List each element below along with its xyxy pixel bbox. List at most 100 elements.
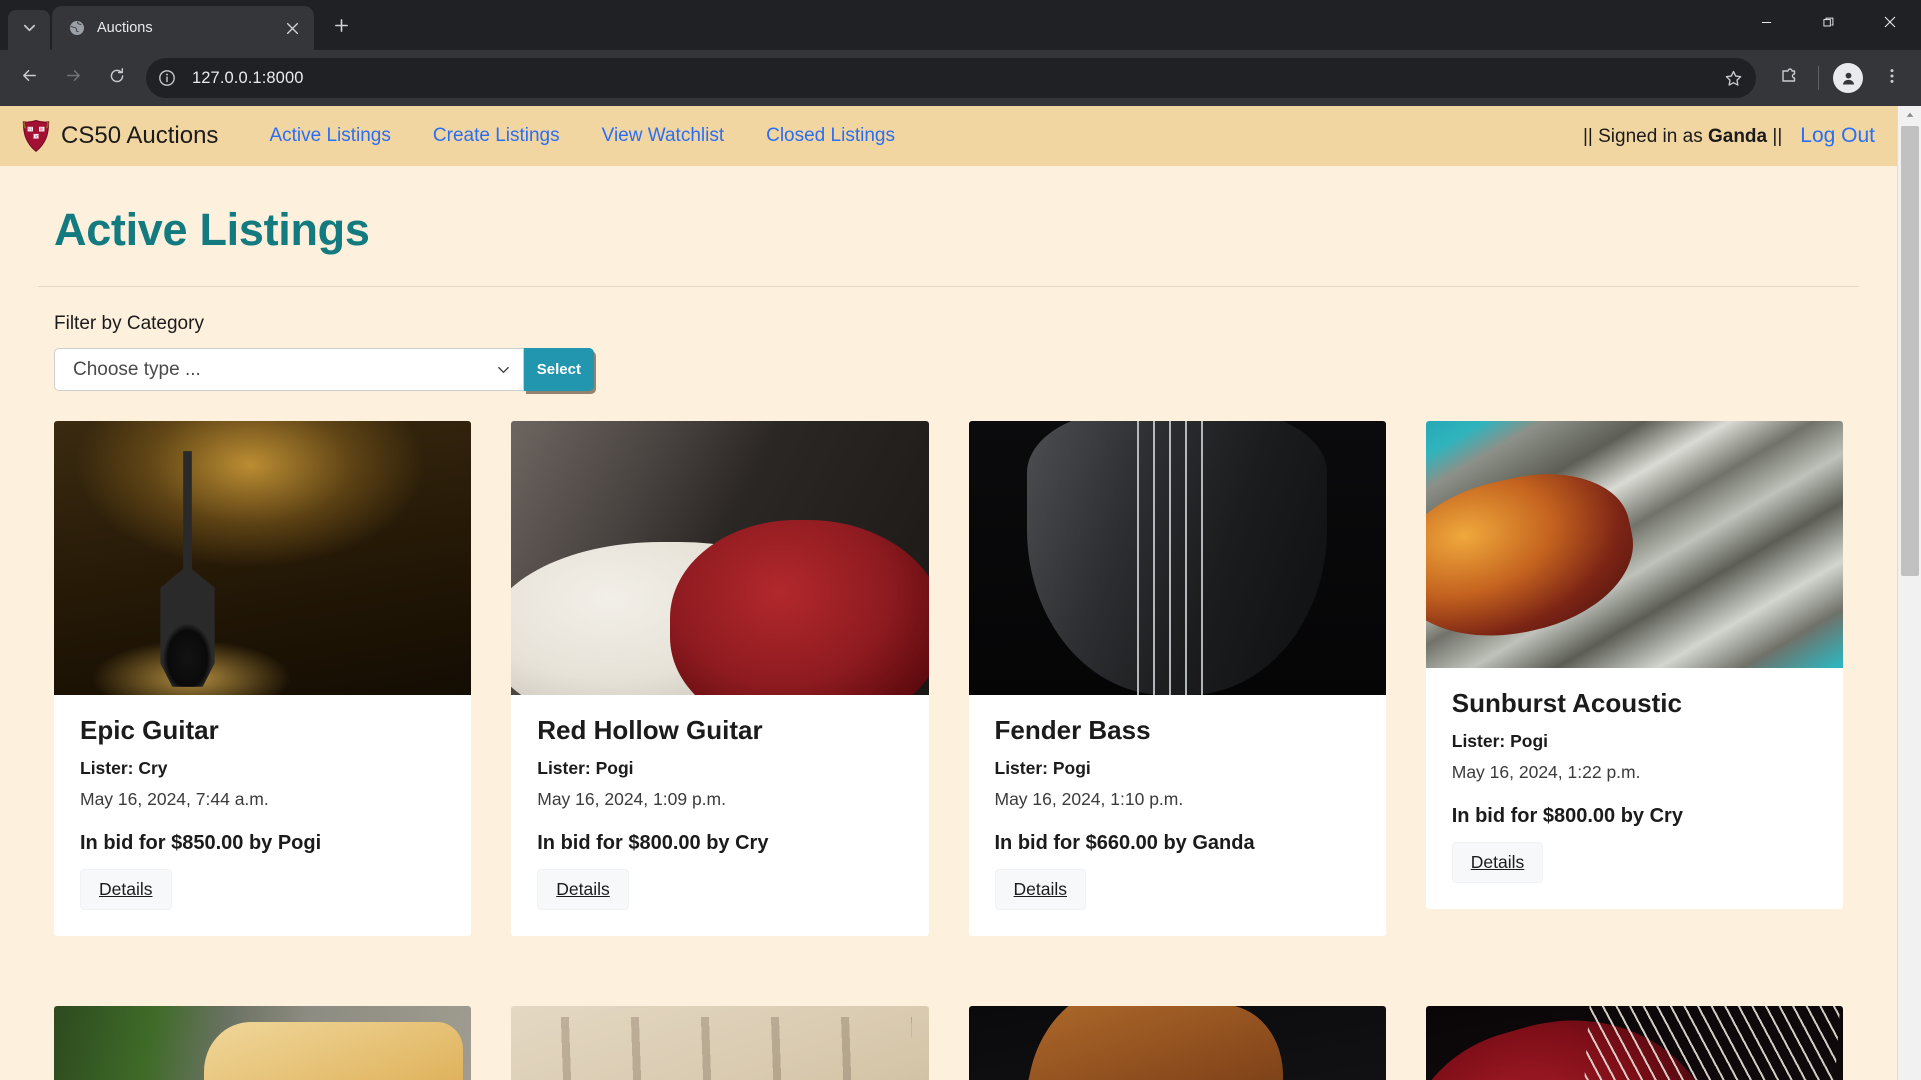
web-page: VE RI TAS CS50 Auctions Active Listings … bbox=[0, 106, 1897, 1080]
reload-button[interactable] bbox=[96, 57, 138, 99]
listing-date: May 16, 2024, 1:10 p.m. bbox=[994, 789, 1184, 809]
toolbar-divider bbox=[1818, 66, 1819, 90]
nav-link-view-watchlist[interactable]: View Watchlist bbox=[581, 125, 745, 147]
details-button[interactable]: Details bbox=[537, 869, 629, 910]
listing-title: Red Hollow Guitar bbox=[537, 715, 763, 745]
plus-icon bbox=[334, 18, 349, 38]
window-controls bbox=[1735, 0, 1921, 48]
listings-grid-row-2 bbox=[38, 976, 1859, 1080]
minimize-icon bbox=[1761, 15, 1772, 33]
globe-icon bbox=[68, 20, 85, 37]
listing-body: Sunburst Acoustic Lister: Pogi May 16, 2… bbox=[1426, 668, 1843, 909]
logout-link[interactable]: Log Out bbox=[1800, 124, 1875, 148]
listing-image[interactable] bbox=[511, 421, 929, 695]
navbar-links: Active Listings Create Listings View Wat… bbox=[248, 125, 916, 147]
listing-body: Epic Guitar Lister: Cry May 16, 2024, 7:… bbox=[54, 695, 471, 936]
details-button[interactable]: Details bbox=[1451, 842, 1544, 883]
listing-title: Fender Bass bbox=[994, 715, 1151, 745]
listing-card[interactable] bbox=[511, 1006, 929, 1080]
listing-card[interactable] bbox=[1425, 1006, 1843, 1080]
listing-card[interactable] bbox=[968, 1006, 1386, 1080]
harvard-shield-icon: VE RI TAS bbox=[20, 119, 52, 153]
new-tab-button[interactable] bbox=[324, 11, 358, 45]
signed-in-username: Ganda bbox=[1707, 126, 1768, 147]
browser-tab[interactable]: Auctions bbox=[52, 6, 314, 50]
listing-image[interactable] bbox=[511, 1006, 929, 1080]
listing-image[interactable] bbox=[54, 1006, 472, 1080]
page-title: Active Listings bbox=[54, 204, 370, 255]
brand-label: CS50 Auctions bbox=[61, 122, 219, 149]
scrollbar-thumb[interactable] bbox=[1900, 126, 1919, 576]
three-dots-menu-icon bbox=[1883, 67, 1901, 90]
category-select[interactable]: Choose type ... bbox=[54, 348, 524, 391]
star-icon[interactable] bbox=[1716, 61, 1750, 95]
extensions-button[interactable] bbox=[1768, 57, 1810, 99]
chevron-down-icon bbox=[496, 362, 511, 377]
details-button[interactable]: Details bbox=[80, 869, 172, 910]
category-select-value: Choose type ... bbox=[73, 358, 201, 380]
select-filter-button[interactable]: Select bbox=[523, 348, 594, 391]
filter-label: Filter by Category bbox=[54, 313, 204, 334]
profile-button[interactable] bbox=[1827, 57, 1869, 99]
listing-lister: Lister: Cry bbox=[80, 758, 168, 778]
listing-card[interactable]: Sunburst Acoustic Lister: Pogi May 16, 2… bbox=[1425, 421, 1843, 909]
signed-in-suffix: || bbox=[1767, 126, 1783, 147]
arrow-right-icon bbox=[64, 66, 83, 90]
tab-search-button[interactable] bbox=[8, 10, 50, 50]
listing-body: Red Hollow Guitar Lister: Pogi May 16, 2… bbox=[511, 695, 928, 936]
listing-card[interactable]: Epic Guitar Lister: Cry May 16, 2024, 7:… bbox=[54, 421, 472, 936]
browser-window: Auctions 127.0.0.1:8000 VE RI TAS CS50 A… bbox=[0, 0, 1921, 1080]
forward-button[interactable] bbox=[52, 57, 94, 99]
page-content: Active Listings Filter by Category Choos… bbox=[0, 204, 1897, 1080]
info-circle-icon[interactable] bbox=[150, 61, 184, 95]
chevron-down-icon bbox=[22, 20, 37, 40]
nav-link-active-listings[interactable]: Active Listings bbox=[248, 125, 411, 147]
listing-lister: Lister: Pogi bbox=[1451, 731, 1549, 751]
listing-image[interactable] bbox=[1425, 421, 1843, 668]
listing-card[interactable]: Fender Bass Lister: Pogi May 16, 2024, 1… bbox=[968, 421, 1386, 936]
listing-date: May 16, 2024, 1:22 p.m. bbox=[1451, 762, 1641, 782]
back-button[interactable] bbox=[8, 57, 50, 99]
svg-text:VE: VE bbox=[28, 128, 34, 132]
listing-image[interactable] bbox=[968, 1006, 1386, 1080]
close-icon bbox=[1884, 15, 1896, 33]
listing-date: May 16, 2024, 7:44 a.m. bbox=[80, 789, 269, 809]
caret-up-icon bbox=[1905, 107, 1915, 125]
site-navbar: VE RI TAS CS50 Auctions Active Listings … bbox=[0, 106, 1897, 166]
maximize-button[interactable] bbox=[1797, 0, 1859, 48]
brand[interactable]: VE RI TAS CS50 Auctions bbox=[20, 119, 218, 153]
page-scrollbar[interactable] bbox=[1897, 106, 1921, 1080]
navbar-user-area: || Signed in as Ganda || Log Out bbox=[1583, 124, 1875, 148]
listing-date: May 16, 2024, 1:09 p.m. bbox=[537, 789, 726, 809]
listing-title: Epic Guitar bbox=[80, 715, 219, 745]
signed-in-prefix: || Signed in as bbox=[1582, 126, 1708, 147]
nav-link-create-listings[interactable]: Create Listings bbox=[412, 125, 581, 147]
close-icon[interactable] bbox=[280, 16, 304, 40]
address-bar[interactable]: 127.0.0.1:8000 bbox=[146, 58, 1756, 98]
minimize-button[interactable] bbox=[1735, 0, 1797, 48]
listing-image[interactable] bbox=[54, 421, 472, 695]
listing-bid: In bid for $850.00 by Pogi bbox=[80, 832, 322, 854]
url-text[interactable]: 127.0.0.1:8000 bbox=[184, 69, 1716, 88]
tab-strip: Auctions bbox=[0, 0, 1921, 50]
category-filter: Filter by Category Choose type ... Selec… bbox=[38, 287, 1859, 391]
listing-card[interactable]: Red Hollow Guitar Lister: Pogi May 16, 2… bbox=[511, 421, 929, 936]
browser-menu-button[interactable] bbox=[1871, 57, 1913, 99]
listing-image[interactable] bbox=[968, 421, 1386, 695]
details-button[interactable]: Details bbox=[994, 869, 1086, 910]
signed-in-status: || Signed in as Ganda || bbox=[1583, 126, 1782, 148]
listing-bid: In bid for $800.00 by Cry bbox=[1451, 805, 1683, 827]
tab-title: Auctions bbox=[97, 20, 153, 36]
reload-icon bbox=[108, 67, 126, 90]
arrow-left-icon bbox=[20, 66, 39, 90]
profile-avatar-icon bbox=[1833, 63, 1863, 93]
listing-bid: In bid for $660.00 by Ganda bbox=[994, 832, 1255, 854]
listing-card[interactable] bbox=[54, 1006, 472, 1080]
listings-grid: Epic Guitar Lister: Cry May 16, 2024, 7:… bbox=[38, 391, 1859, 936]
window-close-button[interactable] bbox=[1859, 0, 1921, 48]
filter-row: Choose type ... Select bbox=[54, 348, 594, 391]
nav-link-closed-listings[interactable]: Closed Listings bbox=[745, 125, 916, 147]
listing-image[interactable] bbox=[1425, 1006, 1843, 1080]
page-viewport: VE RI TAS CS50 Auctions Active Listings … bbox=[0, 106, 1921, 1080]
scroll-up-button[interactable] bbox=[1898, 106, 1921, 126]
